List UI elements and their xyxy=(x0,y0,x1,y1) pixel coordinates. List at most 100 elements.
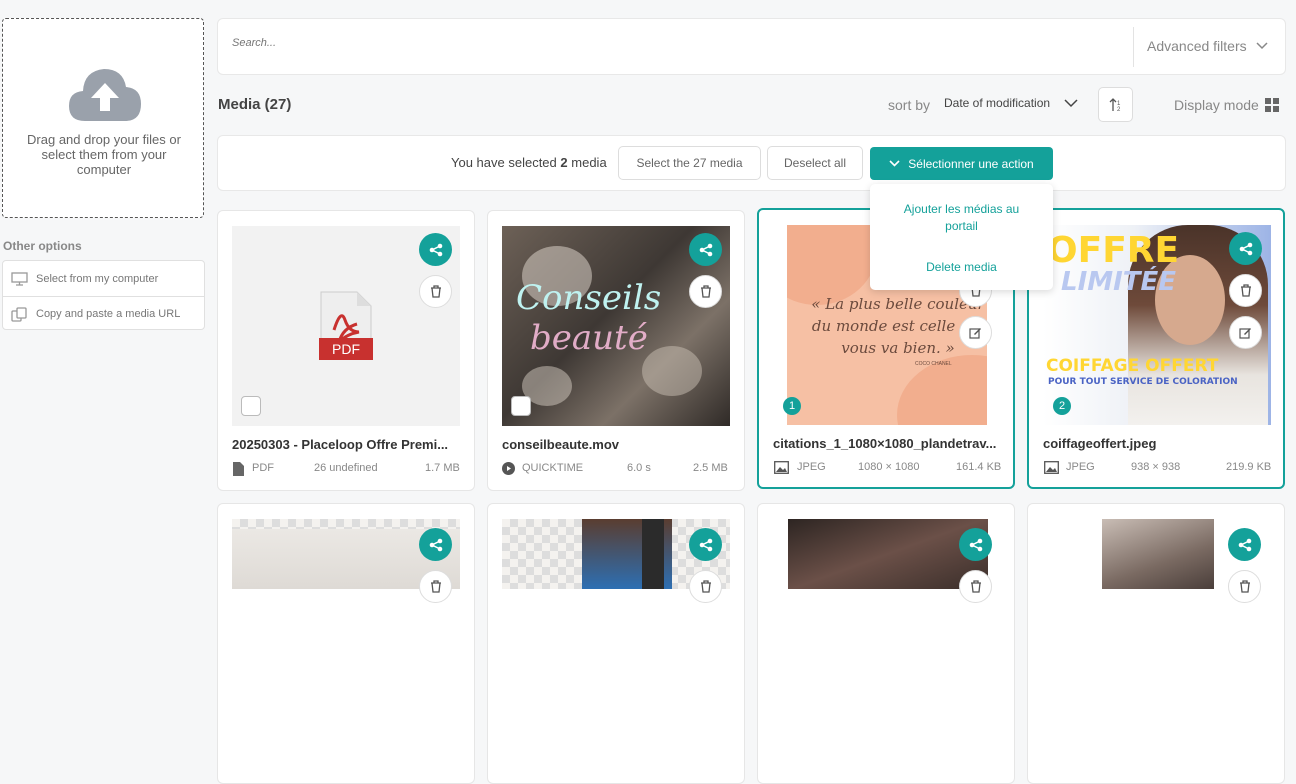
sort-value: Date of modification xyxy=(944,96,1051,110)
other-options-title: Other options xyxy=(3,239,82,253)
trash-icon xyxy=(970,580,981,593)
edit-icon xyxy=(1239,328,1251,339)
other-options-list: Select from my computer Copy and paste a… xyxy=(2,260,205,330)
media-type: QUICKTIME xyxy=(522,462,584,474)
select-from-computer-label: Select from my computer xyxy=(36,272,159,285)
media-type: PDF xyxy=(252,462,274,474)
media-card[interactable] xyxy=(487,503,745,784)
advanced-filters-label: Advanced filters xyxy=(1147,38,1247,54)
cloud-upload-icon xyxy=(69,69,141,121)
select-action-label: Sélectionner une action xyxy=(908,156,1034,171)
sort-by-label: sort by xyxy=(888,97,931,113)
share-button[interactable] xyxy=(419,233,452,266)
share-icon xyxy=(1238,538,1251,551)
thumbnail-text: POUR TOUT SERVICE DE COLORATION xyxy=(1048,377,1238,387)
image-icon xyxy=(774,461,789,474)
share-icon xyxy=(429,538,442,551)
quote-author: COCO CHANEL xyxy=(915,361,952,367)
trash-icon xyxy=(430,580,441,593)
media-card[interactable] xyxy=(217,503,475,784)
media-name: 20250303 - Placeloop Offre Premi... xyxy=(232,437,449,452)
deselect-all-button[interactable]: Deselect all xyxy=(767,146,863,180)
media-size: 219.9 KB xyxy=(1226,461,1272,473)
media-thumbnail xyxy=(788,519,988,589)
upload-dropzone[interactable]: Drag and drop your files or select them … xyxy=(2,18,204,218)
paste-url-label: Copy and paste a media URL xyxy=(36,308,181,320)
selection-order-badge: 1 xyxy=(783,397,801,415)
sort-order-icon: 12 xyxy=(1109,97,1121,113)
search-input[interactable] xyxy=(232,37,1112,49)
image-icon xyxy=(1044,461,1059,474)
media-type: JPEG xyxy=(1066,461,1095,473)
delete-button[interactable] xyxy=(689,570,722,603)
share-button[interactable] xyxy=(419,528,452,561)
delete-button[interactable] xyxy=(1228,570,1261,603)
delete-button[interactable] xyxy=(959,570,992,603)
monitor-icon xyxy=(11,271,28,286)
media-info: 1080 × 1080 xyxy=(858,461,920,473)
share-icon xyxy=(969,538,982,551)
file-icon xyxy=(233,462,244,476)
select-checkbox[interactable] xyxy=(511,396,531,416)
delete-button[interactable] xyxy=(1229,274,1262,307)
select-action-button[interactable]: Sélectionner une action xyxy=(870,147,1053,180)
display-mode-label: Display mode xyxy=(1174,97,1259,113)
share-icon xyxy=(699,243,712,256)
share-button[interactable] xyxy=(689,528,722,561)
paste-url-option[interactable]: Copy and paste a media URL xyxy=(3,296,204,331)
share-button[interactable] xyxy=(689,233,722,266)
share-button[interactable] xyxy=(1229,232,1262,265)
share-button[interactable] xyxy=(959,528,992,561)
trash-icon xyxy=(430,285,441,298)
media-size: 161.4 KB xyxy=(956,461,1002,473)
trash-icon xyxy=(700,580,711,593)
thumbnail-text: beauté xyxy=(530,318,648,358)
sort-select[interactable]: Date of modification xyxy=(944,96,1078,110)
trash-icon xyxy=(700,285,711,298)
media-title: Media (27) xyxy=(218,96,292,113)
delete-media-item[interactable]: Delete media xyxy=(870,259,1053,276)
trash-icon xyxy=(1239,580,1250,593)
delete-button[interactable] xyxy=(689,275,722,308)
advanced-filters-dropdown[interactable]: Advanced filters xyxy=(1147,38,1268,54)
media-card[interactable] xyxy=(1027,503,1285,784)
media-size: 1.7 MB xyxy=(425,462,460,474)
sort-order-button[interactable]: 12 xyxy=(1098,87,1133,122)
play-icon xyxy=(502,462,515,475)
selection-count: 2 xyxy=(560,155,568,170)
select-from-computer-option[interactable]: Select from my computer xyxy=(3,261,204,296)
media-info: 938 × 938 xyxy=(1131,461,1181,473)
media-card[interactable]: Conseils beauté conseilbeaute.mov QUICKT… xyxy=(487,210,745,491)
svg-text:PDF: PDF xyxy=(332,341,360,357)
thumbnail-text: OFFRE xyxy=(1047,230,1180,271)
display-mode-toggle[interactable]: Display mode xyxy=(1174,97,1279,113)
media-card[interactable] xyxy=(757,503,1015,784)
media-card[interactable]: PDF 20250303 - Placeloop Offre Premi... … xyxy=(217,210,475,491)
edit-button[interactable] xyxy=(959,316,992,349)
thumbnail-text: LIMITÉE xyxy=(1061,267,1177,297)
thumbnail-text: Conseils xyxy=(516,278,662,318)
thumbnail-text: COIFFAGE OFFERT xyxy=(1046,356,1219,376)
edit-icon xyxy=(969,328,981,339)
media-type: JPEG xyxy=(797,461,826,473)
upload-instructions: Drag and drop your files or select them … xyxy=(27,132,181,177)
add-to-portal-item[interactable]: Ajouter les médias au portail xyxy=(870,201,1053,235)
edit-button[interactable] xyxy=(1229,316,1262,349)
share-button[interactable] xyxy=(1228,528,1261,561)
chevron-down-icon xyxy=(1256,42,1268,50)
media-info: 6.0 s xyxy=(627,462,651,474)
select-all-button[interactable]: Select the 27 media xyxy=(618,146,761,180)
media-size: 2.5 MB xyxy=(693,462,728,474)
actions-dropdown: Ajouter les médias au portail Delete med… xyxy=(870,184,1053,290)
search-bar: Advanced filters xyxy=(217,18,1286,75)
copy-icon xyxy=(11,306,27,322)
selection-order-badge: 2 xyxy=(1053,397,1071,415)
chevron-down-icon xyxy=(889,160,900,167)
delete-button[interactable] xyxy=(419,570,452,603)
select-checkbox[interactable] xyxy=(241,396,261,416)
delete-button[interactable] xyxy=(419,275,452,308)
media-thumbnail xyxy=(1102,519,1214,589)
pdf-file-icon: PDF xyxy=(319,291,373,360)
media-info: 26 undefined xyxy=(314,462,378,474)
media-card-selected[interactable]: OFFRE LIMITÉE COIFFAGE OFFERT POUR TOUT … xyxy=(1027,208,1285,489)
